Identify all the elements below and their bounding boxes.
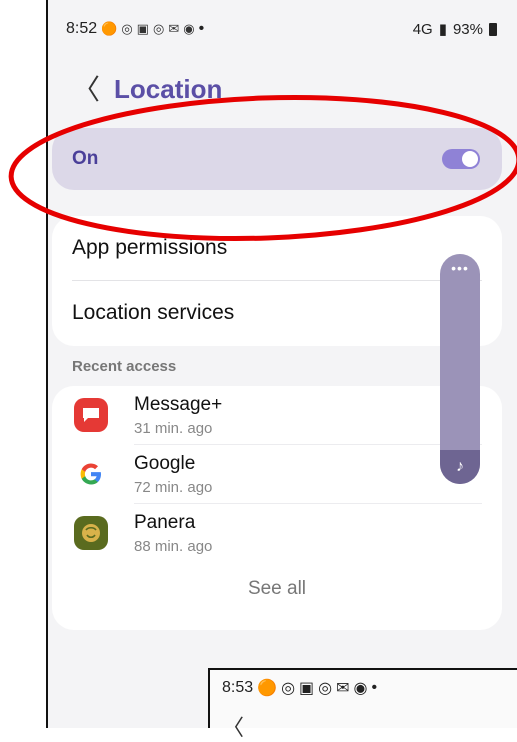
app-name: Message+ [134,393,223,415]
toggle-knob [462,151,478,167]
app-name: Google [134,452,196,474]
chat-icon [74,398,108,432]
page-title: Location [114,74,223,104]
list-item[interactable]: Google 72 min. ago [52,445,502,503]
signal-icon: ▮ [438,21,447,38]
menu-item-location-services[interactable]: Location services [52,281,502,345]
circle-icon: ◎ [318,680,333,697]
photo-icon: ▣ [299,680,315,697]
more-icon[interactable]: ••• [440,260,480,276]
see-all-button[interactable]: See all [52,578,502,600]
mail-icon: ✉ [336,680,350,697]
status-dot: • [371,679,378,696]
app-name: Panera [134,511,196,533]
battery-icon [489,22,497,36]
location-toggle-row[interactable]: On [52,128,502,190]
photo-icon: ▣ [136,21,149,36]
back-icon: 〈 [222,715,245,740]
list-item[interactable]: Panera 88 min. ago [52,504,502,562]
list-item[interactable]: Message+ 31 min. ago [52,386,502,444]
edge-panel-handle[interactable]: ••• ♪ [440,254,480,484]
chrome-icon: ◉ [183,21,195,36]
app-icon: 🟠 [257,680,278,697]
mail-icon: ✉ [168,21,180,36]
circle-icon: ◎ [121,21,133,36]
overlay-screenshot: 8:53 🟠 ◎ ▣ ◎ ✉ ◉ • 〈 [208,668,517,740]
app-time: 88 min. ago [134,537,213,555]
app-icon: 🟠 [101,21,118,36]
overlay-status-time: 8:53 [222,679,254,696]
app-time: 72 min. ago [134,478,213,496]
network-indicator: 4G [412,20,433,38]
recent-access-label: Recent access [72,358,177,375]
app-time: 31 min. ago [134,419,213,437]
header: 〈 Location [72,74,222,105]
status-time: 8:52 [66,20,98,37]
battery-percent: 93% [452,20,483,38]
back-icon[interactable]: 〈 [72,75,100,104]
recent-access-card: Message+ 31 min. ago Google 72 min. ago [52,386,502,630]
status-dot: • [198,20,205,37]
circle-icon: ◎ [152,21,165,36]
menu-item-app-permissions[interactable]: App permissions [52,216,502,280]
location-toggle-switch[interactable] [442,149,480,169]
panera-icon [74,516,108,550]
settings-menu-card: App permissions Location services [52,216,502,346]
chrome-icon: ◉ [353,680,368,697]
google-icon [74,457,108,491]
location-toggle-label: On [72,148,99,169]
circle-icon: ◎ [281,680,296,697]
status-bar: 8:52 🟠 ◎ ▣ ◎ ✉ ◉ • 4G ▮ 93% [48,0,517,58]
overlay-status-bar: 8:53 🟠 ◎ ▣ ◎ ✉ ◉ • [222,678,377,698]
phone-screen: 8:52 🟠 ◎ ▣ ◎ ✉ ◉ • 4G ▮ 93% 〈 Location O… [46,0,517,728]
